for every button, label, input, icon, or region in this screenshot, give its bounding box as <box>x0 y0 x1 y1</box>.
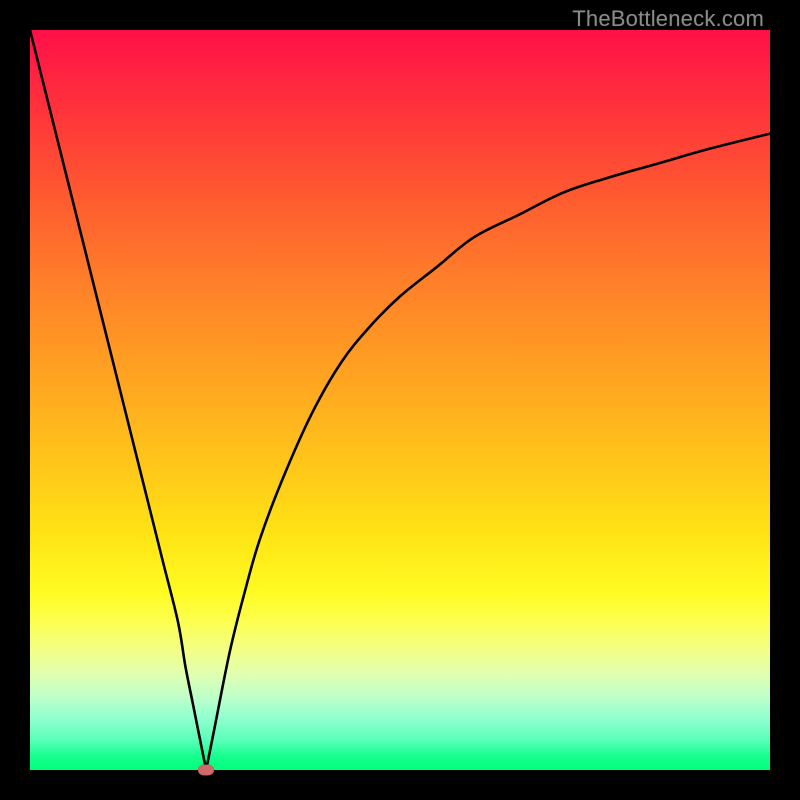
bottleneck-curve <box>30 30 770 770</box>
watermark-text: TheBottleneck.com <box>572 6 764 32</box>
chart-frame: TheBottleneck.com <box>0 0 800 800</box>
plot-area <box>30 30 770 770</box>
curve-path <box>30 30 770 770</box>
optimal-point-marker <box>198 765 214 776</box>
